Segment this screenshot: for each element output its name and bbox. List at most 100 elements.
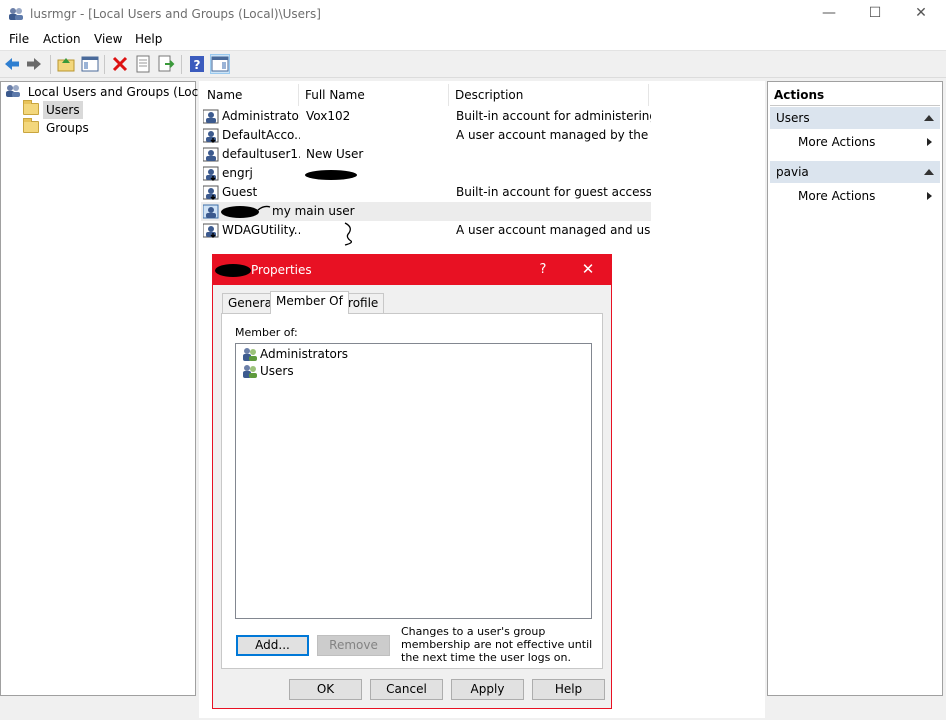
user-description: A user account managed and use... xyxy=(456,223,651,237)
user-row-engrj[interactable]: engrj xyxy=(201,164,651,183)
actions-pane: Actions Users More Actions pavia More Ac… xyxy=(767,81,943,696)
properties-icon[interactable] xyxy=(134,55,152,73)
cancel-button[interactable]: Cancel xyxy=(370,679,443,700)
minimize-button[interactable]: — xyxy=(806,0,852,29)
more-actions-users[interactable]: More Actions xyxy=(798,132,938,152)
user-icon xyxy=(203,204,219,219)
actions-section-title: pavia xyxy=(776,165,809,179)
tree-root-label: Local Users and Groups (Local) xyxy=(27,85,214,99)
help-button[interactable]: Help xyxy=(532,679,605,700)
maximize-button[interactable]: ☐ xyxy=(852,0,898,29)
user-row-administrator[interactable]: Administrator Vox102 Built-in account fo… xyxy=(201,107,651,126)
user-icon xyxy=(203,166,219,181)
group-icon xyxy=(243,348,257,361)
properties-dialog: Properties ? ✕ General Member Of Profile… xyxy=(212,254,612,709)
dialog-help-button[interactable]: ? xyxy=(521,255,565,285)
disabled-user-icon xyxy=(203,128,219,143)
actions-section-title: Users xyxy=(776,111,810,125)
column-header-name[interactable]: Name xyxy=(201,84,299,106)
add-button[interactable]: Add... xyxy=(236,635,309,656)
title-bar: lusrmgr - [Local Users and Groups (Local… xyxy=(0,0,946,29)
users-app-icon xyxy=(9,8,23,20)
user-icon xyxy=(203,147,219,162)
apply-button[interactable]: Apply xyxy=(451,679,524,700)
actions-header: Actions xyxy=(770,84,940,106)
forward-arrow-icon[interactable] xyxy=(25,55,43,73)
group-name: Administrators xyxy=(260,347,349,361)
more-actions-label: More Actions xyxy=(798,135,876,149)
submenu-arrow-icon xyxy=(927,192,932,200)
tree-item-users[interactable]: Users xyxy=(23,100,83,119)
back-arrow-icon[interactable] xyxy=(3,55,21,73)
close-window-button[interactable]: ✕ xyxy=(898,0,944,29)
hand-drawn-arrow-icon xyxy=(257,205,271,211)
menu-file[interactable]: File xyxy=(9,32,29,46)
user-full-name: Vox102 xyxy=(306,109,351,123)
ok-button[interactable]: OK xyxy=(289,679,362,700)
tree-item-label: Groups xyxy=(46,121,89,135)
user-description: Built-in account for administering... xyxy=(456,109,651,123)
actions-section-users[interactable]: Users xyxy=(770,107,940,129)
user-name: engrj xyxy=(222,166,253,180)
user-name: WDAGUtility... xyxy=(222,223,300,237)
menu-bar: File Action View Help xyxy=(0,29,946,51)
up-folder-icon[interactable] xyxy=(57,55,75,73)
user-description: A user account managed by the s... xyxy=(456,128,651,142)
tab-member-of[interactable]: Member Of xyxy=(270,291,349,314)
tree-item-label: Users xyxy=(43,101,83,119)
collapse-arrow-icon[interactable] xyxy=(924,115,934,121)
list-item[interactable]: Administrators xyxy=(242,346,348,363)
user-row-selected[interactable]: my main user xyxy=(201,202,651,221)
more-actions-pavia[interactable]: More Actions xyxy=(798,186,938,206)
toolbar-separator xyxy=(50,55,51,74)
dialog-title-bar[interactable]: Properties ? ✕ xyxy=(213,255,611,285)
window-title: lusrmgr - [Local Users and Groups (Local… xyxy=(30,7,321,21)
actions-section-pavia[interactable]: pavia xyxy=(770,161,940,183)
toolbar: ? xyxy=(0,51,946,78)
user-name: DefaultAcco... xyxy=(222,128,300,142)
redaction-mark xyxy=(305,170,357,180)
member-of-list[interactable]: Administrators Users xyxy=(235,343,592,619)
user-row-guest[interactable]: Guest Built-in account for guest access … xyxy=(201,183,651,202)
column-header-full-name[interactable]: Full Name xyxy=(299,84,449,106)
delete-icon[interactable] xyxy=(111,55,129,73)
menu-view[interactable]: View xyxy=(94,32,122,46)
console-tree: Local Users and Groups (Local) Users Gro… xyxy=(0,81,214,696)
help-icon[interactable]: ? xyxy=(188,55,206,73)
membership-note: Changes to a user's group membership are… xyxy=(401,625,593,664)
user-icon xyxy=(203,109,219,124)
user-row-wdagutility[interactable]: WDAGUtility... A user account managed an… xyxy=(201,221,651,240)
collapse-arrow-icon[interactable] xyxy=(924,169,934,175)
show-hide-tree-icon[interactable] xyxy=(81,55,99,73)
redaction-mark xyxy=(215,264,251,277)
export-list-icon[interactable] xyxy=(157,55,175,73)
user-full-name: New User xyxy=(306,147,364,161)
dialog-close-button[interactable]: ✕ xyxy=(565,255,611,285)
user-name: Guest xyxy=(222,185,258,199)
remove-button[interactable]: Remove xyxy=(317,635,390,656)
tree-root-local-users-and-groups[interactable]: Local Users and Groups (Local) xyxy=(5,83,217,101)
user-row-defaultuser1[interactable]: defaultuser1... New User xyxy=(201,145,651,164)
folder-icon xyxy=(23,118,39,133)
user-row-defaultaccount[interactable]: DefaultAcco... A user account managed by… xyxy=(201,126,651,145)
svg-text:?: ? xyxy=(194,58,201,72)
hand-drawn-arrow-icon xyxy=(344,222,353,246)
menu-action[interactable]: Action xyxy=(43,32,81,46)
user-name: Administrator xyxy=(222,109,300,123)
redaction-mark xyxy=(221,206,259,218)
tree-item-groups[interactable]: Groups xyxy=(23,118,92,137)
list-item[interactable]: Users xyxy=(242,363,294,380)
column-header-description[interactable]: Description xyxy=(449,84,649,106)
folder-icon xyxy=(23,100,39,115)
user-description: Built-in account for guest access t... xyxy=(456,185,651,199)
menu-help[interactable]: Help xyxy=(135,32,162,46)
toolbar-separator xyxy=(104,55,105,74)
submenu-arrow-icon xyxy=(927,138,932,146)
dialog-title: Properties xyxy=(251,263,312,277)
group-name: Users xyxy=(260,364,294,378)
group-icon xyxy=(243,365,257,378)
more-actions-label: More Actions xyxy=(798,189,876,203)
show-hide-action-pane-icon[interactable] xyxy=(210,54,230,74)
member-of-panel: Member of: Administrators Users Add... R… xyxy=(221,313,603,669)
toolbar-separator xyxy=(181,55,182,74)
